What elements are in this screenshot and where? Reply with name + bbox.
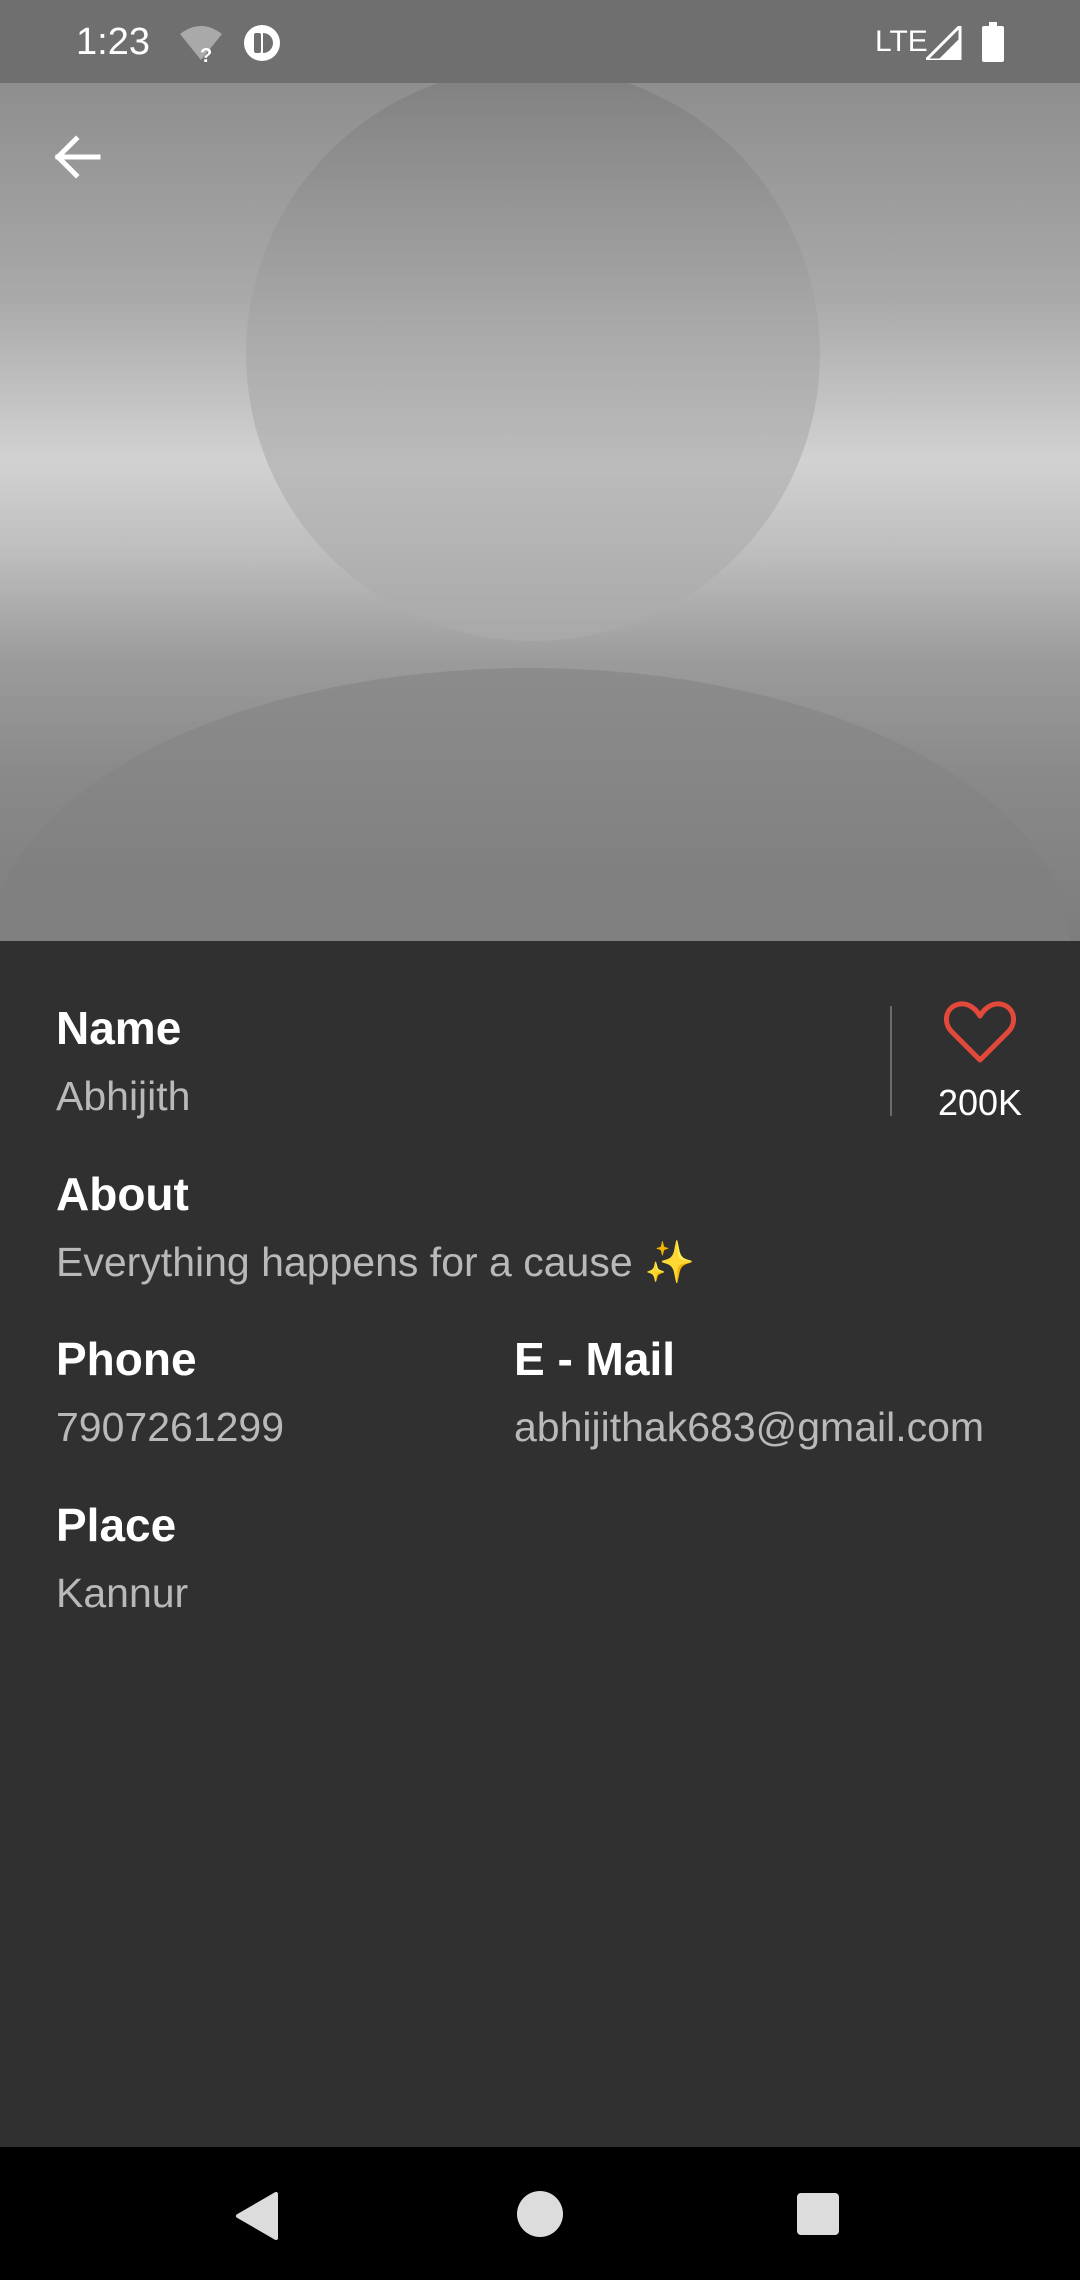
avatar-body-shape bbox=[0, 668, 1070, 941]
back-button[interactable] bbox=[40, 120, 114, 194]
place-label: Place bbox=[56, 1499, 177, 1551]
signal-icon bbox=[926, 26, 962, 60]
status-time: 1:23 bbox=[76, 21, 150, 63]
system-nav-bar bbox=[0, 2147, 1080, 2280]
battery-icon bbox=[982, 22, 1004, 62]
phone-value: 7907261299 bbox=[56, 1404, 285, 1450]
name-label: Name bbox=[56, 1002, 182, 1054]
heart-outline-icon[interactable] bbox=[944, 1000, 1016, 1064]
likes-count: 200K bbox=[937, 1082, 1023, 1123]
nav-recents-icon[interactable] bbox=[797, 2193, 839, 2235]
status-bar: 1:23 ? LTE bbox=[0, 0, 1080, 83]
nav-home-icon[interactable] bbox=[517, 2191, 563, 2237]
name-value: Abhijith bbox=[56, 1073, 191, 1119]
avatar-head-shape bbox=[246, 83, 820, 641]
about-label: About bbox=[56, 1168, 189, 1220]
email-label: E - Mail bbox=[514, 1333, 676, 1385]
divider bbox=[890, 1006, 892, 1116]
phone-label: Phone bbox=[56, 1333, 197, 1385]
profile-header-image bbox=[0, 83, 1080, 941]
network-type: LTE bbox=[875, 25, 928, 58]
about-value: Everything happens for a cause ✨ bbox=[56, 1239, 696, 1285]
nav-back-icon[interactable] bbox=[232, 2192, 282, 2240]
place-value: Kannur bbox=[56, 1570, 189, 1616]
svg-text:?: ? bbox=[200, 45, 212, 64]
wifi-unknown-icon: ? bbox=[180, 26, 222, 64]
app-notification-icon bbox=[244, 25, 280, 61]
arrow-left-icon bbox=[54, 135, 101, 179]
email-value: abhijithak683@gmail.com bbox=[514, 1404, 985, 1450]
